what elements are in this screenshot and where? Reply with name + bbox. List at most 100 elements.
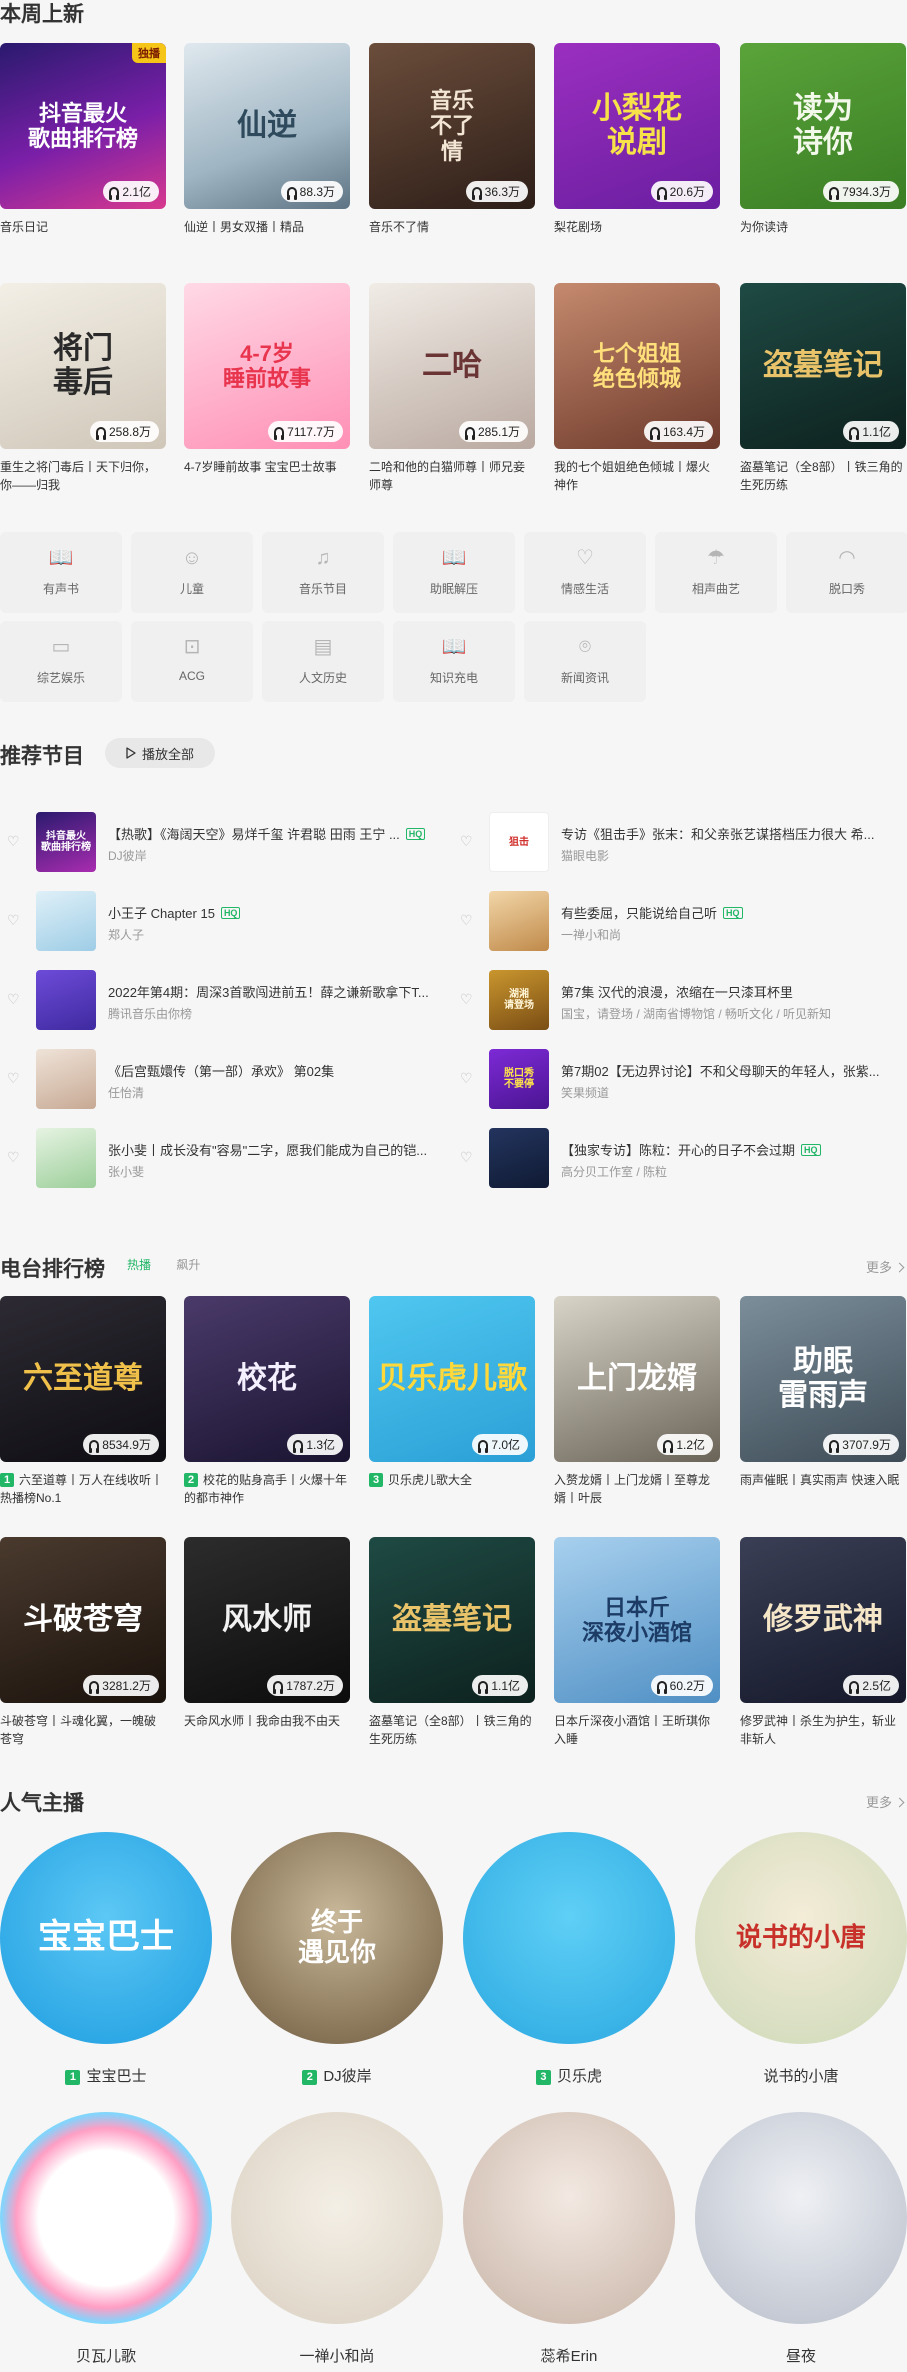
recommend-thumbnail[interactable]: 脱口秀 不要停 <box>489 1049 549 1109</box>
recommend-title[interactable]: 第7集 汉代的浪漫，浓缩在一只漆耳杯里 <box>561 982 891 1001</box>
cover-card[interactable]: 风水师 1787.2万天命风水师丨我命由我不由天 <box>184 1537 350 1730</box>
recommend-author[interactable]: 任怡清 <box>108 1084 438 1101</box>
cover-card[interactable]: 将门 毒后 258.8万重生之将门毒后丨天下归你，你——归我 <box>0 283 166 494</box>
cover-image[interactable]: 风水师 1787.2万 <box>184 1537 350 1703</box>
radio-more-link[interactable]: 更多 <box>866 1257 905 1276</box>
cover-card[interactable]: 音乐 不了 情 36.3万音乐不了情 <box>369 43 535 236</box>
cover-card[interactable]: 小梨花 说剧 20.6万梨花剧场 <box>554 43 720 236</box>
category-tv[interactable]: ▭ 综艺娱乐 <box>0 621 122 702</box>
host-name[interactable]: 3 贝乐虎 <box>463 2065 675 2086</box>
cover-title[interactable]: 2 校花的贴身高手丨火爆十年的都市神作 <box>184 1471 350 1507</box>
cover-title[interactable]: 梨花剧场 <box>554 218 720 236</box>
recommend-author[interactable]: 张小斐 <box>108 1163 438 1180</box>
host-card[interactable]: 蕊希Erin <box>463 2112 675 2366</box>
cover-image[interactable]: 音乐 不了 情 36.3万 <box>369 43 535 209</box>
host-name[interactable]: 昼夜 <box>695 2345 907 2366</box>
recommend-item[interactable]: ♡ 【独家专访】陈粒：开心的日子不会过期 HQ 高分贝工作室 / 陈粒 <box>453 1128 903 1188</box>
category-lips[interactable]: ◠ 脱口秀 <box>786 532 907 613</box>
cover-title[interactable]: 音乐不了情 <box>369 218 535 236</box>
heart-icon[interactable]: ♡ <box>460 992 474 1006</box>
category-news[interactable]: ⌾ 新闻资讯 <box>524 621 646 702</box>
heart-icon[interactable]: ♡ <box>7 992 21 1006</box>
heart-icon[interactable]: ♡ <box>460 1071 474 1085</box>
category-music-note[interactable]: ♫ 音乐节目 <box>262 532 384 613</box>
cover-image[interactable]: 小梨花 说剧 20.6万 <box>554 43 720 209</box>
recommend-thumbnail[interactable] <box>489 1128 549 1188</box>
category-umbrella[interactable]: ☂ 相声曲艺 <box>655 532 777 613</box>
cover-title[interactable]: 日本斤深夜小酒馆丨王昕琪你入睡 <box>554 1712 720 1748</box>
cover-image[interactable]: 抖音最火 歌曲排行榜 独播 2.1亿 <box>0 43 166 209</box>
cover-image[interactable]: 4-7岁 睡前故事 7117.7万 <box>184 283 350 449</box>
cover-title[interactable]: 斗破苍穹丨斗魂化翼，一魄破苍穹 <box>0 1712 166 1748</box>
cover-card[interactable]: 修罗武神 2.5亿修罗武神丨杀生为护生，斩业非斩人 <box>740 1537 906 1748</box>
cover-image[interactable]: 读为 诗你 7934.3万 <box>740 43 906 209</box>
cover-image[interactable]: 二哈 285.1万 <box>369 283 535 449</box>
heart-icon[interactable]: ♡ <box>7 913 21 927</box>
recommend-item[interactable]: ♡ 脱口秀 不要停 第7期02【无边界讨论】不和父母聊天的年轻人，张紫... 笑果频道 <box>453 1049 903 1109</box>
heart-icon[interactable]: ♡ <box>460 1150 474 1164</box>
category-history-book[interactable]: ▤ 人文历史 <box>262 621 384 702</box>
host-name[interactable]: 一禅小和尚 <box>231 2345 443 2366</box>
cover-card[interactable]: 六至道尊 8534.9万 1 六至道尊丨万人在线收听丨热播榜No.1 <box>0 1296 166 1507</box>
category-child[interactable]: ☺ 儿童 <box>131 532 253 613</box>
recommend-author[interactable]: 高分贝工作室 / 陈粒 <box>561 1163 891 1180</box>
heart-icon[interactable]: ♡ <box>7 1150 21 1164</box>
recommend-author[interactable]: 国宝，请登场 / 湖南省博物馆 / 畅听文化 / 听见新知 <box>561 1005 891 1022</box>
recommend-item[interactable]: ♡ 《后宫甄嬛传（第一部）承欢》 第02集 任怡清 <box>0 1049 450 1109</box>
cover-image[interactable]: 校花 1.3亿 <box>184 1296 350 1462</box>
recommend-item[interactable]: ♡ 张小斐丨成长没有"容易"二字，愿我们能成为自己的铠... 张小斐 <box>0 1128 450 1188</box>
tab-rise[interactable]: 飙升 <box>176 1258 200 1272</box>
category-book[interactable]: 📖 有声书 <box>0 532 122 613</box>
cover-title[interactable]: 重生之将门毒后丨天下归你，你——归我 <box>0 458 166 494</box>
cover-title[interactable]: 盗墓笔记（全8部）丨铁三角的生死历练 <box>740 458 906 494</box>
cover-card[interactable]: 4-7岁 睡前故事 7117.7万 4-7岁睡前故事 宝宝巴士故事 <box>184 283 350 476</box>
avatar[interactable] <box>0 2112 212 2324</box>
cover-image[interactable]: 修罗武神 2.5亿 <box>740 1537 906 1703</box>
recommend-title[interactable]: 《后宫甄嬛传（第一部）承欢》 第02集 <box>108 1061 438 1080</box>
host-name[interactable]: 2 DJ彼岸 <box>231 2065 443 2086</box>
avatar[interactable] <box>231 2112 443 2324</box>
avatar[interactable]: 终于 遇见你 <box>231 1832 443 2044</box>
cover-card[interactable]: 抖音最火 歌曲排行榜 独播 2.1亿 音乐日记 <box>0 43 166 236</box>
cover-title[interactable]: 盗墓笔记（全8部）丨铁三角的生死历练 <box>369 1712 535 1748</box>
category-knowledge-book[interactable]: 📖 知识充电 <box>393 621 515 702</box>
cover-image[interactable]: 助眠 雷雨声 3707.9万 <box>740 1296 906 1462</box>
avatar[interactable] <box>695 2112 907 2324</box>
recommend-title[interactable]: 专访《狙击手》张末：和父亲张艺谋搭档压力很大 希... <box>561 824 891 843</box>
recommend-thumbnail[interactable] <box>489 891 549 951</box>
cover-title[interactable]: 天命风水师丨我命由我不由天 <box>184 1712 350 1730</box>
cover-image[interactable]: 上门龙婿 1.2亿 <box>554 1296 720 1462</box>
heart-icon[interactable]: ♡ <box>7 1071 21 1085</box>
recommend-title[interactable]: 第7期02【无边界讨论】不和父母聊天的年轻人，张紫... <box>561 1061 891 1080</box>
avatar[interactable] <box>463 2112 675 2324</box>
hosts-more-link[interactable]: 更多 <box>866 1792 905 1811</box>
cover-image[interactable]: 斗破苍穹 3281.2万 <box>0 1537 166 1703</box>
heart-icon[interactable]: ♡ <box>460 834 474 848</box>
recommend-author[interactable]: 猫眼电影 <box>561 847 891 864</box>
avatar[interactable] <box>463 1832 675 2044</box>
cover-card[interactable]: 斗破苍穹 3281.2万斗破苍穹丨斗魂化翼，一魄破苍穹 <box>0 1537 166 1748</box>
cover-title[interactable]: 修罗武神丨杀生为护生，斩业非斩人 <box>740 1712 906 1748</box>
host-card[interactable]: 昼夜 <box>695 2112 907 2366</box>
cover-title[interactable]: 3 贝乐虎儿歌大全 <box>369 1471 535 1489</box>
cover-card[interactable]: 日本斤 深夜小酒馆 60.2万日本斤深夜小酒馆丨王昕琪你入睡 <box>554 1537 720 1748</box>
cover-image[interactable]: 日本斤 深夜小酒馆 60.2万 <box>554 1537 720 1703</box>
cover-title[interactable]: 仙逆丨男女双播丨精品 <box>184 218 350 236</box>
recommend-item[interactable]: ♡ 小王子 Chapter 15 HQ 郑人子 <box>0 891 450 951</box>
host-card[interactable]: 贝瓦儿歌 <box>0 2112 212 2366</box>
cover-card[interactable]: 仙逆 88.3万仙逆丨男女双播丨精品 <box>184 43 350 236</box>
recommend-thumbnail[interactable] <box>36 1049 96 1109</box>
cover-card[interactable]: 贝乐虎儿歌 7.0亿 3 贝乐虎儿歌大全 <box>369 1296 535 1489</box>
host-card[interactable]: 终于 遇见你 2 DJ彼岸 <box>231 1832 443 2086</box>
recommend-thumbnail[interactable]: 湖湘 请登场 <box>489 970 549 1030</box>
cover-image[interactable]: 仙逆 88.3万 <box>184 43 350 209</box>
host-card[interactable]: 宝宝巴士 1 宝宝巴士 <box>0 1832 212 2086</box>
cover-title[interactable]: 1 六至道尊丨万人在线收听丨热播榜No.1 <box>0 1471 166 1507</box>
tab-hot[interactable]: 热播 <box>127 1258 151 1272</box>
host-name[interactable]: 说书的小唐 <box>695 2065 907 2086</box>
host-card[interactable]: 一禅小和尚 <box>231 2112 443 2366</box>
cover-image[interactable]: 将门 毒后 258.8万 <box>0 283 166 449</box>
category-heart[interactable]: ♡ 情感生活 <box>524 532 646 613</box>
host-card[interactable]: 说书的小唐 说书的小唐 <box>695 1832 907 2086</box>
category-sleep-book[interactable]: 📖 助眠解压 <box>393 532 515 613</box>
